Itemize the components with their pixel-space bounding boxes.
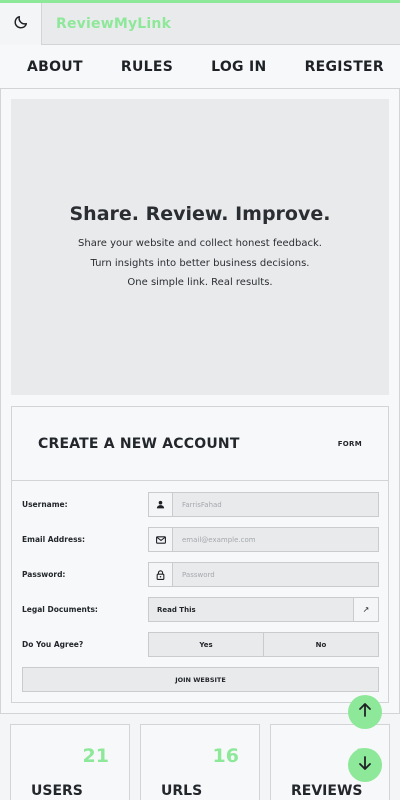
open-external-icon[interactable]: ↗ bbox=[353, 598, 378, 621]
nav-link-rules[interactable]: RULES bbox=[121, 59, 173, 75]
stat-label: REVIEWS bbox=[291, 783, 363, 799]
form-header: CREATE A NEW ACCOUNT FORM bbox=[12, 407, 388, 481]
hero-line: Turn insights into better business decis… bbox=[90, 257, 310, 269]
legal-row: Legal Documents: Read This ↗ bbox=[22, 597, 379, 622]
moon-icon bbox=[13, 14, 29, 34]
username-label: Username: bbox=[22, 500, 68, 509]
stat-card-users: 21 USERS bbox=[10, 724, 130, 800]
theme-toggle-button[interactable] bbox=[0, 2, 42, 45]
username-row: Username: FarrisFahad bbox=[22, 492, 379, 517]
join-website-button[interactable]: JOIN WEBSITE bbox=[22, 667, 379, 692]
agree-toggle-group: Yes No bbox=[148, 632, 379, 657]
hero-title: Share. Review. Improve. bbox=[69, 203, 331, 226]
email-row: Email Address: email@example.com bbox=[22, 527, 379, 552]
user-icon bbox=[149, 493, 173, 516]
password-label: Password: bbox=[22, 570, 66, 579]
agree-label: Do You Agree? bbox=[22, 640, 84, 649]
stat-label: USERS bbox=[31, 783, 83, 799]
stat-value: 21 bbox=[82, 745, 109, 767]
scroll-down-button[interactable] bbox=[348, 748, 382, 782]
form-title: CREATE A NEW ACCOUNT bbox=[38, 435, 240, 452]
username-input[interactable]: FarrisFahad bbox=[173, 493, 378, 516]
password-field[interactable]: Password bbox=[148, 562, 379, 587]
form-badge: FORM bbox=[337, 439, 362, 448]
envelope-icon bbox=[149, 528, 173, 551]
hero-line: One simple link. Real results. bbox=[127, 277, 273, 289]
app-header: ReviewMyLink bbox=[0, 2, 400, 45]
legal-documents-field: Read This ↗ bbox=[148, 597, 379, 622]
password-row: Password: Password bbox=[22, 562, 379, 587]
email-input[interactable]: email@example.com bbox=[173, 528, 378, 551]
email-label: Email Address: bbox=[22, 535, 86, 544]
hero-banner: Share. Review. Improve. Share your websi… bbox=[11, 99, 389, 395]
stat-value: 16 bbox=[212, 745, 239, 767]
password-input[interactable]: Password bbox=[173, 563, 378, 586]
username-field[interactable]: FarrisFahad bbox=[148, 492, 379, 517]
brand-logo-text[interactable]: ReviewMyLink bbox=[56, 16, 171, 32]
scroll-up-button[interactable] bbox=[348, 695, 382, 729]
agree-row: Do You Agree? Yes No bbox=[22, 632, 379, 657]
main-nav: ABOUT RULES LOG IN REGISTER bbox=[0, 45, 400, 89]
nav-link-about[interactable]: ABOUT bbox=[27, 59, 83, 75]
stat-label: URLS bbox=[161, 783, 203, 799]
nav-link-login[interactable]: LOG IN bbox=[211, 59, 266, 75]
agree-yes-button[interactable]: Yes bbox=[148, 632, 264, 657]
lock-icon bbox=[149, 563, 173, 586]
agree-no-button[interactable]: No bbox=[264, 632, 379, 657]
read-this-link[interactable]: Read This bbox=[149, 598, 353, 621]
stat-card-urls: 16 URLS bbox=[140, 724, 260, 800]
arrow-down-icon bbox=[357, 755, 373, 775]
nav-link-register[interactable]: REGISTER bbox=[305, 59, 384, 75]
register-form-card: CREATE A NEW ACCOUNT FORM Username: Farr… bbox=[11, 406, 389, 703]
email-field[interactable]: email@example.com bbox=[148, 527, 379, 552]
arrow-up-icon bbox=[357, 702, 373, 722]
hero-line: Share your website and collect honest fe… bbox=[78, 238, 322, 250]
legal-label: Legal Documents: bbox=[22, 605, 98, 614]
